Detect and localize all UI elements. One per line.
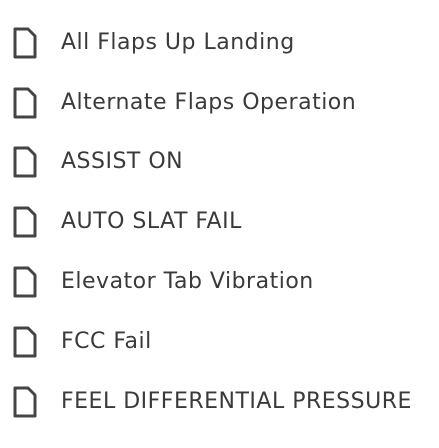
list-item-label: ASSIST ON [61,149,184,174]
list-item-label: FEEL DIFFERENTIAL PRESSURE [61,389,412,414]
document-icon [13,266,37,298]
list-item-label: Alternate Flaps Operation [61,90,357,115]
document-icon [13,386,37,418]
list-item-assist-on[interactable]: ASSIST ON [0,140,439,184]
list-item-feel-differential-pressure[interactable]: FEEL DIFFERENTIAL PRESSURE [0,380,439,424]
list-item-label: Elevator Tab Vibration [61,269,314,294]
list-item-fcc-fail[interactable]: FCC Fail [0,320,439,364]
document-icon [13,326,37,358]
document-icon [13,146,37,178]
list-item-all-flaps-up-landing[interactable]: All Flaps Up Landing [0,21,439,65]
document-icon [13,27,37,59]
list-item-label: All Flaps Up Landing [61,30,295,55]
list-item-auto-slat-fail[interactable]: AUTO SLAT FAIL [0,200,439,244]
list-item-label: AUTO SLAT FAIL [61,209,242,234]
list-item-elevator-tab-vibration[interactable]: Elevator Tab Vibration [0,260,439,304]
list-item-alternate-flaps-operation[interactable]: Alternate Flaps Operation [0,81,439,125]
list-item-label: FCC Fail [61,329,152,354]
document-icon [13,206,37,238]
document-icon [13,87,37,119]
